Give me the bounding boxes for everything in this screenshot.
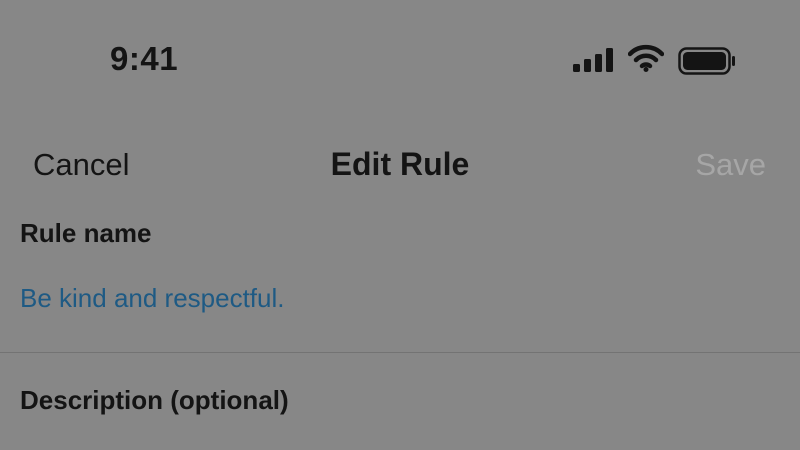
description-label: Description (optional): [20, 385, 289, 415]
status-time: 9:41: [110, 40, 179, 77]
wifi-icon: [628, 44, 664, 72]
cancel-button[interactable]: Cancel: [33, 147, 130, 183]
navigation-bar: Cancel Edit Rule Save: [0, 130, 800, 200]
divider: [0, 352, 800, 353]
battery-icon: [678, 47, 735, 75]
rule-name-input[interactable]: [20, 278, 780, 318]
status-bar: 9:41: [0, 0, 800, 110]
rule-name-label: Rule name: [20, 218, 152, 248]
save-button[interactable]: Save: [695, 147, 766, 183]
cellular-signal-icon: [573, 48, 613, 72]
